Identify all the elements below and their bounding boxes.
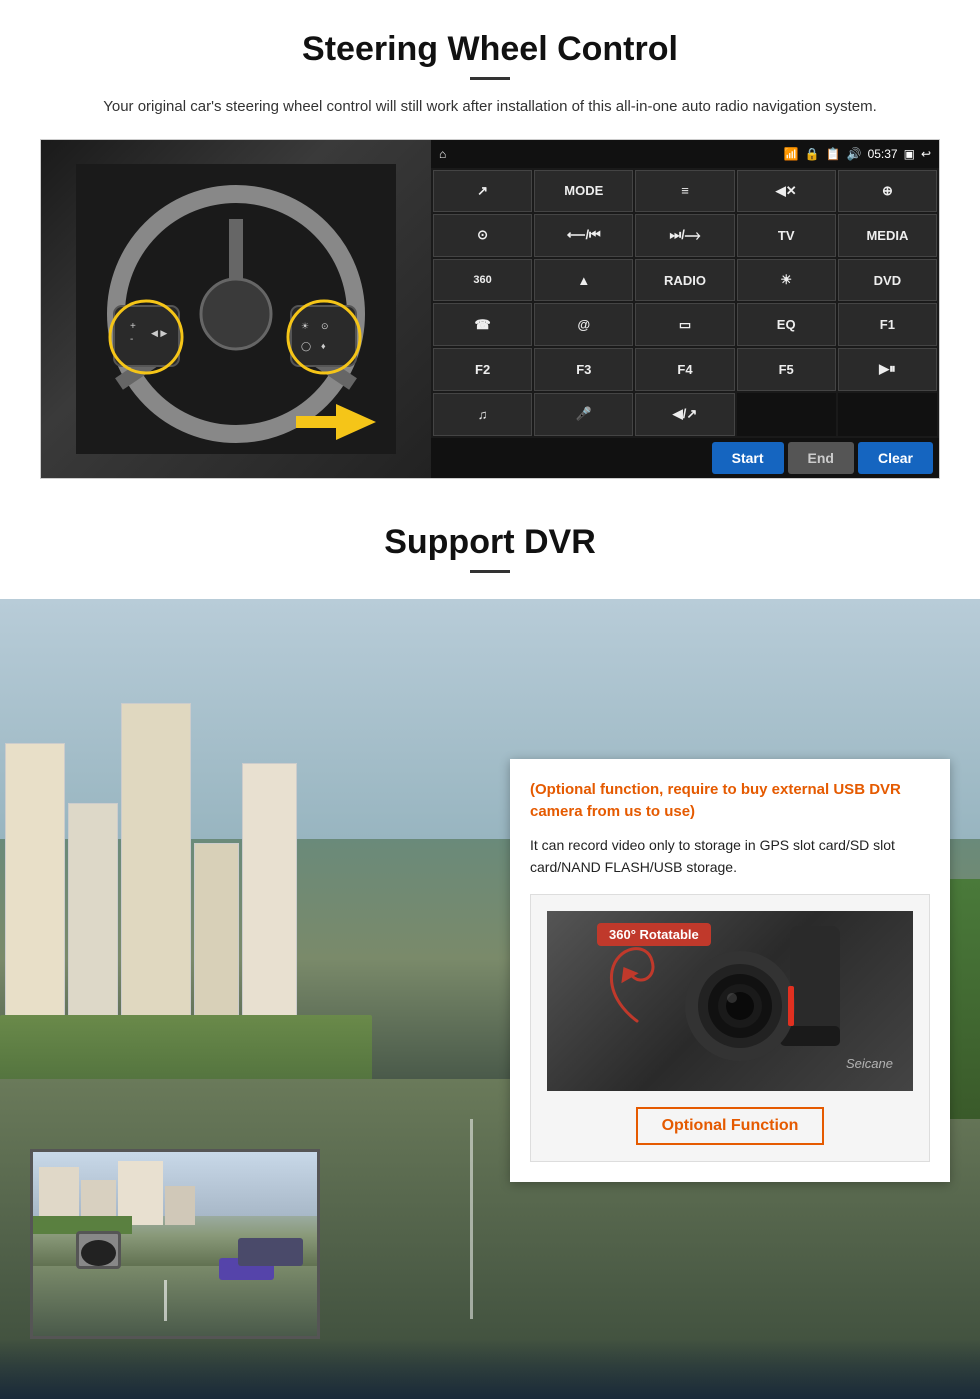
menu-button[interactable]: ≡ — [635, 170, 734, 213]
end-button[interactable]: End — [788, 442, 854, 474]
ui-panel: ⌂ 📶 🔒 📋 🔊 05:37 ▣ ↩ ↗ MODE ≡ ◀✕ — [431, 140, 939, 478]
f3-button[interactable]: F3 — [534, 348, 633, 391]
status-bar: ⌂ 📶 🔒 📋 🔊 05:37 ▣ ↩ — [431, 140, 939, 168]
camera-body-icon — [650, 926, 850, 1076]
dvr-thumbnail — [30, 1149, 320, 1339]
mirror-button[interactable]: ▭ — [635, 303, 734, 346]
camera-box: 360° Rotatable — [530, 894, 930, 1162]
svg-text:◯: ◯ — [301, 341, 311, 352]
eq-button[interactable]: EQ — [737, 303, 836, 346]
optional-function-label: Optional Function — [636, 1107, 825, 1145]
svg-text:♦: ♦ — [321, 341, 326, 351]
f1-button[interactable]: F1 — [838, 303, 937, 346]
divider — [470, 77, 510, 80]
tv-button[interactable]: TV — [737, 214, 836, 257]
dvr-title: Support DVR — [40, 523, 940, 562]
window-icon: ▣ — [904, 147, 915, 161]
status-bar-left: ⌂ — [439, 147, 446, 161]
button-grid: ↗ MODE ≡ ◀✕ ⊕ ⊙ ⟵/⏮ ⏭/⟶ TV MEDIA 360 ▲ R… — [431, 168, 939, 438]
radio-button[interactable]: RADIO — [635, 259, 734, 302]
brightness-button[interactable]: ☀ — [737, 259, 836, 302]
dvr-scene: (Optional function, require to buy exter… — [0, 599, 980, 1399]
start-button[interactable]: Start — [712, 442, 784, 474]
mic-button[interactable]: 🎤 — [534, 393, 633, 436]
empty1 — [737, 393, 836, 436]
prev-button[interactable]: ⟵/⏮ — [534, 214, 633, 257]
dvr-header: Support DVR — [0, 499, 980, 599]
clear-button[interactable]: Clear — [858, 442, 933, 474]
playpause-button[interactable]: ▶⏸ — [838, 348, 937, 391]
dvr-optional-text: (Optional function, require to buy exter… — [530, 779, 930, 824]
time-display: 05:37 — [868, 147, 898, 161]
steering-content-area: + - ◀ ▶ ☀ ⊙ ◯ ♦ ⌂ — [40, 139, 940, 479]
optional-function-container: Optional Function — [547, 1101, 913, 1145]
mute-button[interactable]: ◀✕ — [737, 170, 836, 213]
steering-photo: + - ◀ ▶ ☀ ⊙ ◯ ♦ — [41, 140, 431, 478]
steering-description: Your original car's steering wheel contr… — [80, 96, 900, 119]
eject-button[interactable]: ▲ — [534, 259, 633, 302]
nav-button[interactable]: ↗ — [433, 170, 532, 213]
cam360-button[interactable]: 360 — [433, 259, 532, 302]
volprev-button[interactable]: ◀/↗ — [635, 393, 734, 436]
svg-text:☀: ☀ — [301, 321, 309, 331]
apps-button[interactable]: ⊕ — [838, 170, 937, 213]
settings-button[interactable]: ⊙ — [433, 214, 532, 257]
steering-wheel-svg: + - ◀ ▶ ☀ ⊙ ◯ ♦ — [76, 164, 396, 454]
f4-button[interactable]: F4 — [635, 348, 734, 391]
dvr-description: It can record video only to storage in G… — [530, 834, 930, 879]
f5-button[interactable]: F5 — [737, 348, 836, 391]
dashboard-overlay — [0, 1339, 980, 1399]
action-row: Start End Clear — [431, 438, 939, 478]
bluetooth-icon: 🔊 — [847, 147, 862, 161]
phone-button[interactable]: ☎ — [433, 303, 532, 346]
dvr-info-card: (Optional function, require to buy exter… — [510, 759, 950, 1183]
status-bar-right: 📶 🔒 📋 🔊 05:37 ▣ ↩ — [784, 147, 931, 161]
back-icon: ↩ — [921, 147, 931, 161]
lock-icon: 🔒 — [805, 147, 820, 161]
media-button[interactable]: MEDIA — [838, 214, 937, 257]
steering-title: Steering Wheel Control — [40, 30, 940, 69]
svg-text:◀ ▶: ◀ ▶ — [151, 328, 167, 338]
web-button[interactable]: @ — [534, 303, 633, 346]
seicane-watermark: Seicane — [846, 1056, 893, 1071]
svg-text:+: + — [130, 321, 136, 332]
music-button[interactable]: ♫ — [433, 393, 532, 436]
dvd-button[interactable]: DVD — [838, 259, 937, 302]
sim-icon: 📋 — [826, 147, 841, 161]
thumbnail-road-scene — [33, 1152, 317, 1336]
steering-wheel-section: Steering Wheel Control Your original car… — [0, 0, 980, 499]
mode-button[interactable]: MODE — [534, 170, 633, 213]
empty2 — [838, 393, 937, 436]
next-button[interactable]: ⏭/⟶ — [635, 214, 734, 257]
f2-button[interactable]: F2 — [433, 348, 532, 391]
svg-text:⊙: ⊙ — [321, 321, 329, 331]
home-icon: ⌂ — [439, 147, 446, 161]
wifi-icon: 📶 — [784, 147, 799, 161]
camera-image-area: 360° Rotatable — [547, 911, 913, 1091]
dvr-divider — [470, 570, 510, 573]
svg-text:-: - — [130, 334, 133, 345]
spiral-arrow-icon — [597, 921, 677, 1041]
dvr-section: Support DVR — [0, 499, 980, 1399]
